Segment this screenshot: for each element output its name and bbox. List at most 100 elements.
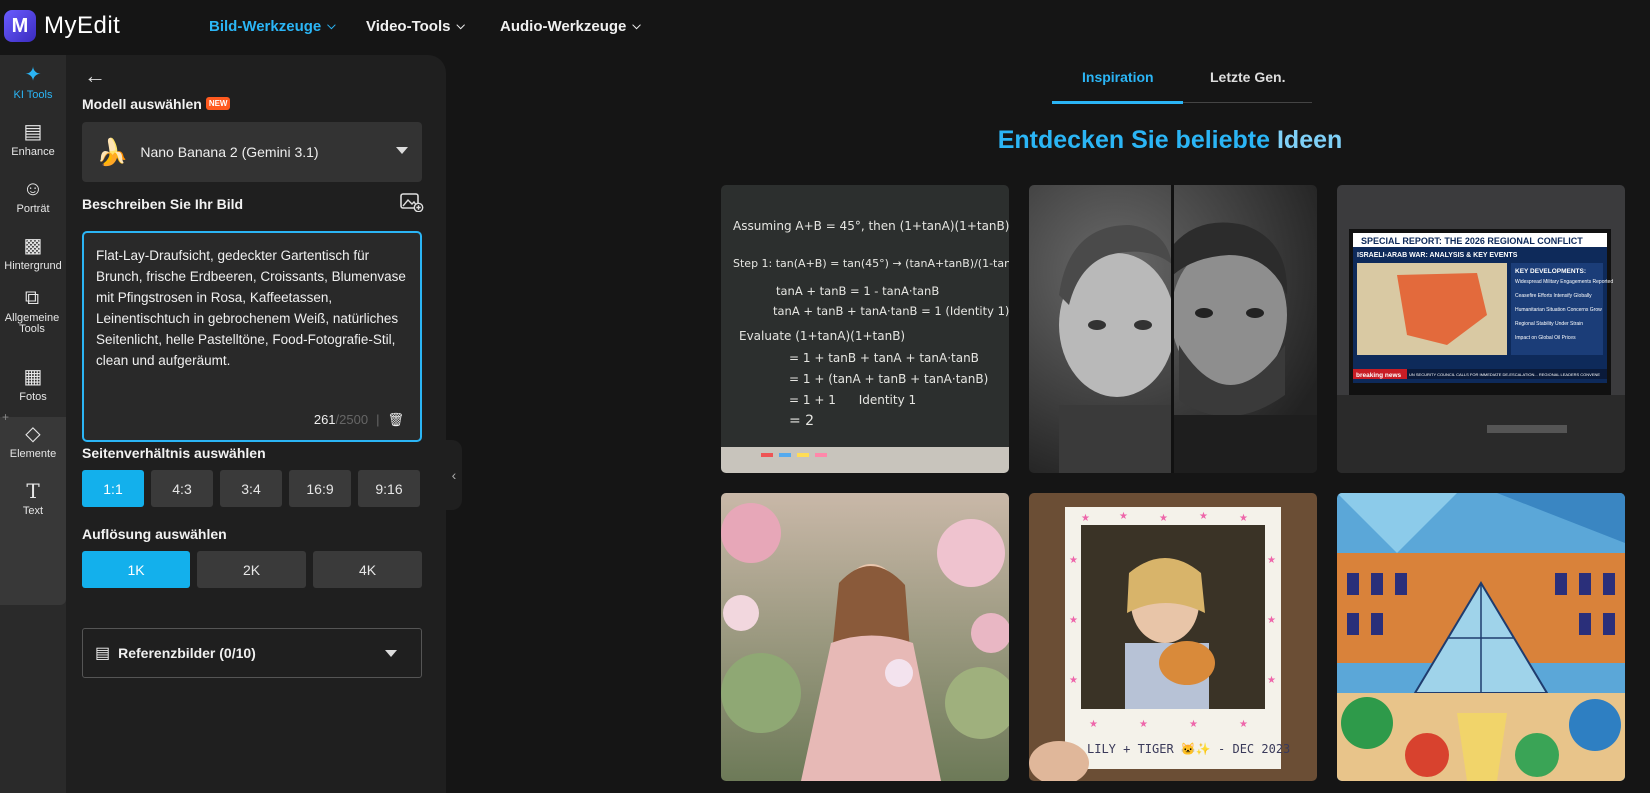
prompt-textarea[interactable]: Flat-Lay-Draufsicht, gedeckter Gartentis… bbox=[82, 231, 422, 442]
rail-item-ki-tools[interactable]: ✦ KI Tools bbox=[0, 64, 66, 101]
rail-item-elemente[interactable]: ◇ Elemente bbox=[0, 423, 66, 460]
news-key-item: Widespread Military Engagements Reported bbox=[1515, 279, 1613, 285]
rail-label: KI Tools bbox=[13, 89, 53, 101]
nav-audio-werkzeuge[interactable]: Audio-Werkzeuge ⌵ bbox=[500, 18, 641, 35]
gallery-tabs: Inspiration Letzte Gen. bbox=[1052, 60, 1312, 104]
resolution-2k-button[interactable]: 2K bbox=[197, 551, 306, 588]
svg-text:★: ★ bbox=[1089, 719, 1098, 730]
svg-text:★: ★ bbox=[1189, 719, 1198, 730]
photo-icon: ▦ bbox=[23, 366, 43, 388]
nav-bild-werkzeuge[interactable]: Bild-Werkzeuge ⌵ bbox=[209, 18, 336, 35]
headline-part-b: Ideen bbox=[1276, 126, 1343, 154]
news-ticker: UN SECURITY COUNCIL CALLS FOR IMMEDIATE … bbox=[1409, 372, 1600, 377]
svg-text:★: ★ bbox=[1119, 511, 1128, 522]
svg-text:★: ★ bbox=[1069, 615, 1078, 626]
portrait-icon: ☺ bbox=[22, 178, 44, 200]
rail-label: Porträt bbox=[16, 203, 50, 215]
ratio-3-4-button[interactable]: 3:4 bbox=[220, 470, 282, 507]
ratio-4-3-button[interactable]: 4:3 bbox=[151, 470, 213, 507]
nav-label: Bild-Werkzeuge bbox=[209, 18, 322, 35]
svg-text:★: ★ bbox=[1199, 511, 1208, 522]
rail-item-hintergrund[interactable]: ▩ Hintergrund bbox=[0, 235, 66, 272]
rail-label: Elemente bbox=[9, 448, 57, 460]
reference-images-dropdown[interactable]: ▤ Referenzbilder (0/10) bbox=[82, 628, 422, 678]
gallery-card-news-tv[interactable]: SPECIAL REPORT: THE 2026 REGIONAL CONFLI… bbox=[1337, 185, 1625, 473]
plus-icon: + bbox=[2, 410, 10, 424]
news-title: SPECIAL REPORT: THE 2026 REGIONAL CONFLI… bbox=[1361, 236, 1583, 246]
chalk-line: = 1 + 1 Identity 1 bbox=[789, 393, 916, 407]
tab-inspiration[interactable]: Inspiration bbox=[1082, 69, 1154, 85]
char-count: 261 bbox=[313, 412, 336, 427]
model-select[interactable]: 🍌 Nano Banana 2 (Gemini 3.1) bbox=[82, 122, 422, 182]
chalk-line: Step 1: tan(A+B) = tan(45°) → (tanA+tanB… bbox=[733, 257, 1009, 270]
svg-text:★: ★ bbox=[1159, 513, 1168, 524]
gallery-card-chalkboard[interactable]: Assuming A+B = 45°, then (1+tanA)(1+tanB… bbox=[721, 185, 1009, 473]
settings-panel: ← Modell auswählen NEW 🍌 Nano Banana 2 (G… bbox=[66, 55, 446, 793]
resolution-1k-button[interactable]: 1K bbox=[82, 551, 190, 588]
svg-text:★: ★ bbox=[1267, 675, 1276, 686]
rail-item-allgemeine-tools[interactable]: ⧉ Allgemeine Tools bbox=[0, 287, 64, 335]
gallery-card-cubist-louvre[interactable] bbox=[1337, 493, 1625, 781]
gallery-card-polaroid[interactable]: ★ ★ ★ ★ ★ ★ ★ ★ ★ ★ ★ ★ ★ ★ ★ LILY + TIGER 🐱✨ - DEC… bbox=[1029, 493, 1317, 781]
ratio-16-9-button[interactable]: 16:9 bbox=[289, 470, 351, 507]
gallery-headline: Entdecken Sie beliebte Ideen bbox=[940, 126, 1400, 155]
nav-label: Audio-Werkzeuge bbox=[500, 18, 627, 35]
divider: | bbox=[376, 412, 380, 427]
rail-label: Enhance bbox=[11, 146, 55, 158]
news-subtitle: ISRAELI-ARAB WAR: ANALYSIS & KEY EVENTS bbox=[1357, 252, 1518, 259]
resolution-4k-button[interactable]: 4K bbox=[313, 551, 422, 588]
tool-rail: + ✦ KI Tools ▤ Enhance ☺ Porträt ▩ Hinte… bbox=[0, 55, 66, 793]
model-label-text: Modell auswählen bbox=[82, 96, 202, 112]
news-key-item: Impact on Global Oil Prices bbox=[1515, 335, 1576, 341]
svg-text:★: ★ bbox=[1267, 615, 1276, 626]
news-key-title: KEY DEVELOPMENTS: bbox=[1515, 268, 1586, 275]
caret-down-icon bbox=[396, 147, 408, 154]
ratio-1-1-button[interactable]: 1:1 bbox=[82, 470, 144, 507]
svg-text:★: ★ bbox=[1139, 719, 1148, 730]
char-max: /2500 bbox=[335, 412, 369, 427]
caret-down-icon bbox=[385, 650, 397, 657]
trash-icon[interactable]: 🗑 bbox=[387, 412, 404, 427]
svg-text:★: ★ bbox=[1081, 513, 1090, 524]
prompt-text: Flat-Lay-Draufsicht, gedeckter Gartentis… bbox=[96, 248, 406, 368]
rail-item-text[interactable]: T Text bbox=[0, 480, 66, 517]
headline-part-a: Entdecken Sie beliebte bbox=[997, 126, 1271, 154]
chalk-line: tanA + tanB = 1 - tanA·tanB bbox=[776, 284, 939, 298]
logo-mark-icon: M bbox=[4, 10, 36, 42]
news-key-item: Humanitarian Situation Concerns Grow bbox=[1515, 307, 1602, 313]
gallery-card-garden-portrait[interactable] bbox=[721, 493, 1009, 781]
rail-item-portrait[interactable]: ☺ Porträt bbox=[0, 178, 66, 215]
resolution-group: 1K 2K 4K bbox=[82, 551, 422, 588]
svg-text:★: ★ bbox=[1239, 719, 1248, 730]
rail-item-enhance[interactable]: ▤ Enhance bbox=[0, 121, 66, 158]
chalk-line: = 1 + tanB + tanA + tanA·tanB bbox=[789, 351, 979, 365]
svg-text:★: ★ bbox=[1239, 513, 1248, 524]
nav-label: Video-Tools bbox=[366, 18, 451, 35]
news-ticker-tag: breaking news bbox=[1356, 372, 1402, 379]
ratio-9-16-button[interactable]: 9:16 bbox=[358, 470, 420, 507]
news-key-item: Ceasefire Efforts Intensify Globally bbox=[1515, 293, 1592, 299]
tab-active-indicator bbox=[1052, 101, 1183, 104]
app-logo[interactable]: M MyEdit bbox=[4, 10, 120, 42]
back-arrow-icon[interactable]: ← bbox=[84, 63, 106, 89]
chevron-down-icon: ⌵ bbox=[632, 20, 641, 32]
collapse-panel-button[interactable]: ‹ bbox=[446, 440, 462, 510]
nav-video-tools[interactable]: Video-Tools ⌵ bbox=[366, 18, 465, 35]
new-badge: NEW bbox=[205, 97, 231, 110]
svg-text:★: ★ bbox=[1069, 555, 1078, 566]
tab-letzte-gen[interactable]: Letzte Gen. bbox=[1210, 69, 1285, 85]
model-label: Modell auswählen NEW bbox=[82, 96, 231, 112]
chalk-line: Assuming A+B = 45°, then (1+tanA)(1+tanB… bbox=[733, 219, 1009, 233]
polaroid-caption: LILY + TIGER 🐱✨ - DEC 2023 bbox=[1087, 742, 1290, 756]
image-enhance-icon: ▤ bbox=[23, 121, 43, 143]
news-key-item: Regional Stability Under Strain bbox=[1515, 321, 1583, 327]
gallery-card-portrait[interactable] bbox=[1029, 185, 1317, 473]
magic-wand-icon: ✦ bbox=[24, 64, 42, 86]
rail-label: Allgemeine Tools bbox=[4, 312, 60, 335]
rail-label: Text bbox=[22, 505, 44, 517]
rail-item-fotos[interactable]: ▦ Fotos bbox=[0, 366, 66, 403]
tools-icon: ⧉ bbox=[24, 287, 40, 309]
chalk-line: = 1 + (tanA + tanB + tanA·tanB) bbox=[789, 372, 988, 386]
add-image-icon[interactable] bbox=[400, 192, 424, 213]
chevron-left-icon: ‹ bbox=[451, 467, 457, 483]
